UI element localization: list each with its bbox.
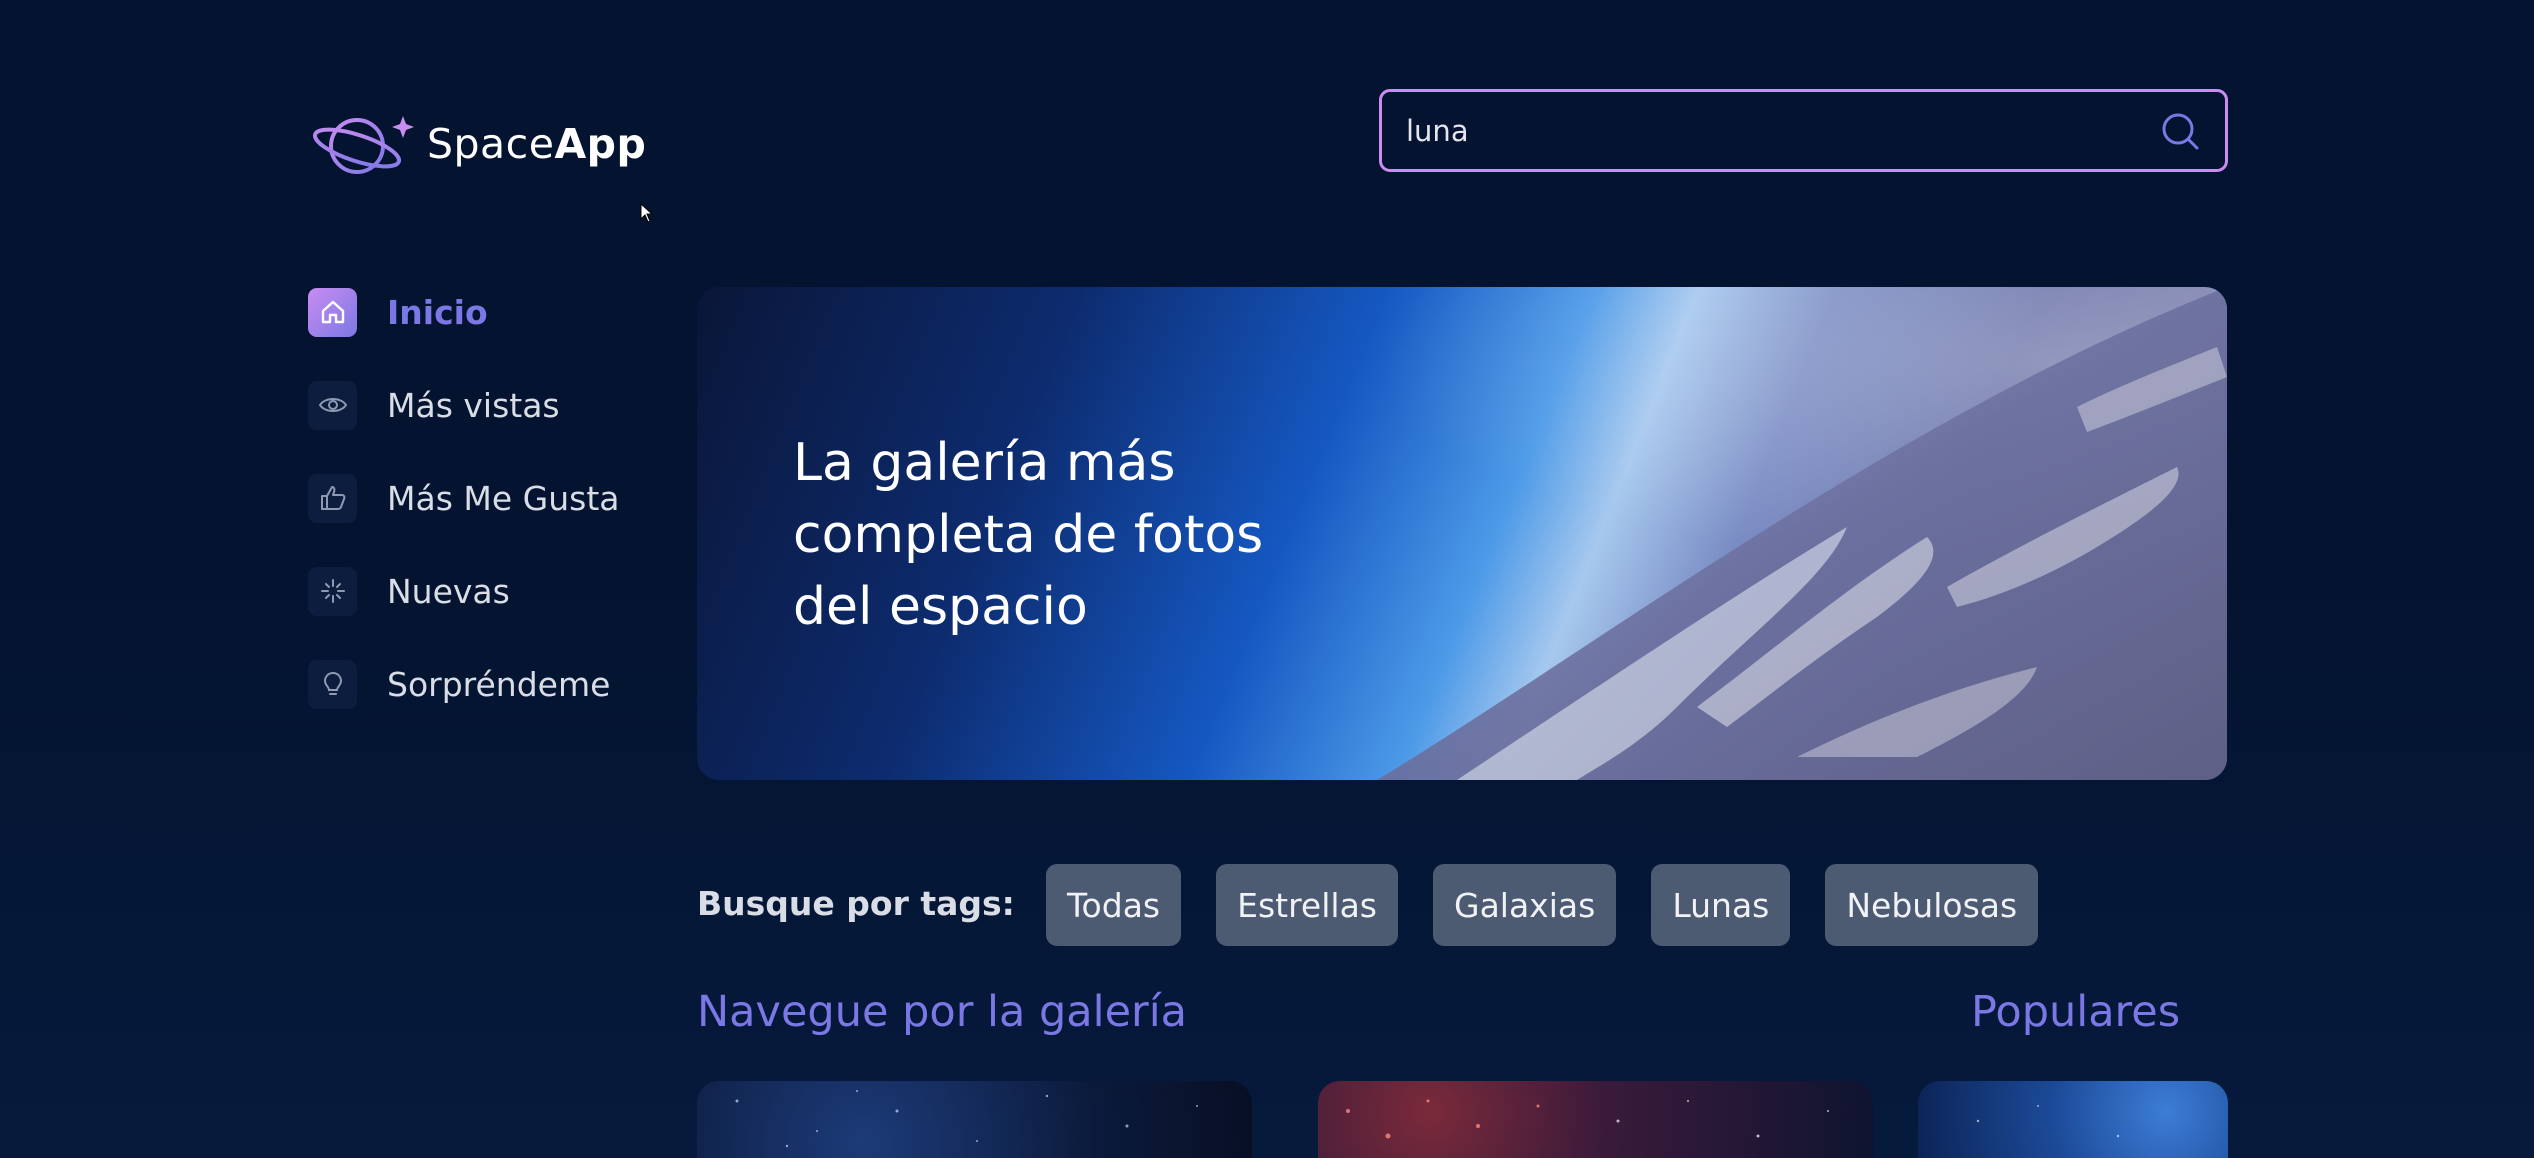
thumbs-up-icon — [308, 473, 357, 523]
search-icon[interactable] — [2159, 110, 2201, 152]
sidebar-item-mas-vistas[interactable]: Más vistas — [308, 379, 708, 431]
popular-thumbnail[interactable] — [1918, 1081, 2228, 1158]
sidebar-item-sorprendeme[interactable]: Sorpréndeme — [308, 658, 708, 710]
sidebar-item-inicio[interactable]: Inicio — [308, 286, 708, 338]
sidebar-item-label: Más vistas — [387, 385, 560, 425]
logo-text-light: Space — [427, 120, 555, 168]
planet-icon — [312, 116, 414, 174]
sidebar-item-label: Más Me Gusta — [387, 478, 620, 518]
logo-text-bold: App — [554, 120, 647, 168]
sparkle-icon — [308, 566, 357, 616]
logo-text: SpaceApp — [427, 120, 646, 168]
hero-banner: La galería más completa de fotos del esp… — [697, 287, 2227, 780]
tag-galaxias[interactable]: Galaxias — [1433, 864, 1617, 946]
tags-label: Busque por tags: — [697, 884, 1015, 923]
mouse-cursor-icon — [640, 203, 654, 223]
sidebar-item-label: Inicio — [387, 292, 488, 332]
home-icon — [308, 287, 357, 337]
logo[interactable]: SpaceApp — [311, 108, 646, 180]
tag-estrellas[interactable]: Estrellas — [1216, 864, 1398, 946]
sidebar-item-mas-me-gusta[interactable]: Más Me Gusta — [308, 472, 708, 524]
gallery-thumbnail[interactable] — [1318, 1081, 1873, 1158]
eye-icon — [308, 380, 357, 430]
tag-todas[interactable]: Todas — [1046, 864, 1182, 946]
popular-title: Populares — [1971, 987, 2181, 1037]
gallery-thumbnail[interactable] — [697, 1081, 1252, 1158]
search-bar — [1379, 89, 2228, 172]
tag-lunas[interactable]: Lunas — [1651, 864, 1791, 946]
page: SpaceApp Inicio Más vistas Más Me — [0, 0, 2534, 1158]
lightbulb-icon — [308, 659, 357, 709]
sidebar-item-label: Sorpréndeme — [387, 664, 611, 704]
search-input[interactable] — [1406, 113, 2159, 148]
tags-list: Todas Estrellas Galaxias Lunas Nebulosas — [1046, 864, 2039, 946]
sidebar: Inicio Más vistas Más Me Gusta Nuevas So… — [308, 286, 708, 751]
banner-title: La galería más completa de fotos del esp… — [793, 433, 1264, 637]
tag-nebulosas[interactable]: Nebulosas — [1825, 864, 2039, 946]
sidebar-item-nuevas[interactable]: Nuevas — [308, 565, 708, 617]
sidebar-item-label: Nuevas — [387, 571, 510, 611]
gallery-title: Navegue por la galería — [697, 987, 1188, 1037]
